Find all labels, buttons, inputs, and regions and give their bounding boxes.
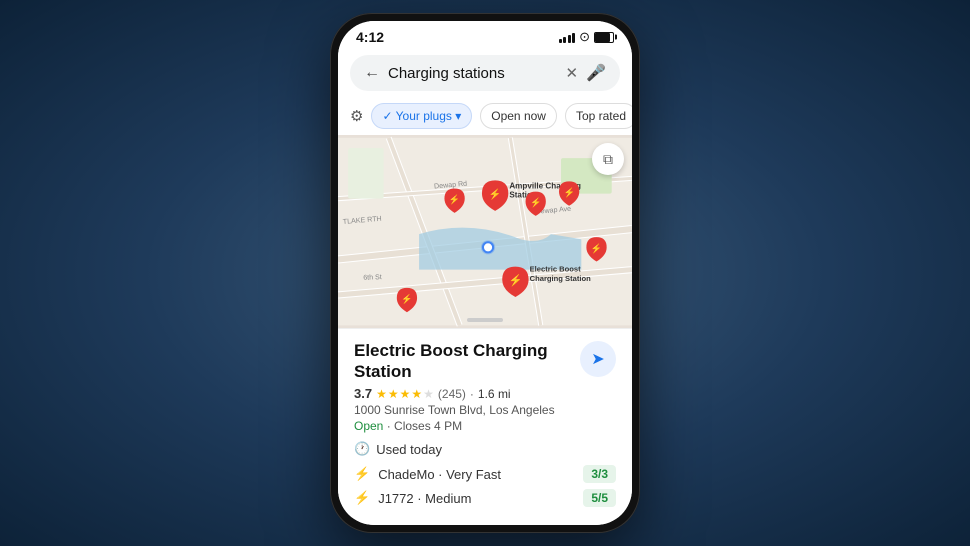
bottom-sheet: Electric Boost Charging Station ➤ 3.7 ★ …: [338, 328, 632, 525]
wifi-icon: ⊙: [579, 29, 590, 45]
open-status: Open · Closes 4 PM: [354, 419, 616, 433]
search-bar[interactable]: ← Charging stations ✕ 🎤: [350, 55, 620, 91]
clock-icon: 🕐: [354, 441, 370, 457]
svg-text:⚡: ⚡: [563, 187, 574, 199]
star-rating: ★ ★ ★ ★ ★: [376, 387, 434, 401]
svg-text:⚡: ⚡: [449, 194, 460, 206]
closes-time: · Closes 4 PM: [387, 419, 462, 433]
svg-text:⚡: ⚡: [401, 293, 412, 305]
mic-button[interactable]: 🎤: [586, 63, 606, 83]
used-today-row: 🕐 Used today: [354, 441, 616, 457]
drag-handle[interactable]: [467, 318, 503, 322]
charger-row-0: ⚡ ChadeMo · Very Fast 3/3: [354, 465, 616, 483]
star-2: ★: [388, 387, 399, 401]
status-bar: 4:12 ⊙: [338, 21, 632, 49]
map-view: Dewap Rd Dewap Ave 6th St TLAKE RTH ⚡: [338, 135, 632, 328]
map-container[interactable]: Dewap Rd Dewap Ave 6th St TLAKE RTH ⚡: [338, 135, 632, 328]
bolt-icon-1: ⚡: [354, 490, 370, 506]
star-1: ★: [376, 387, 387, 401]
svg-text:⚡: ⚡: [591, 242, 602, 254]
distance: 1.6 mi: [478, 387, 511, 401]
map-layers-button[interactable]: ⧉: [592, 143, 624, 175]
status-icons: ⊙: [559, 29, 614, 45]
search-query: Charging stations: [388, 65, 558, 82]
charger-name-0: ChadeMo · Very Fast: [378, 467, 575, 482]
open-text: Open: [354, 419, 383, 433]
rating-row: 3.7 ★ ★ ★ ★ ★ (245) · 1.6 mi: [354, 386, 616, 401]
place-header: Electric Boost Charging Station ➤: [354, 341, 616, 382]
directions-button[interactable]: ➤: [580, 341, 616, 377]
filter-chip-top-rated[interactable]: Top rated: [565, 103, 632, 129]
phone-frame: 4:12 ⊙ ← Charging stations ✕ 🎤: [330, 13, 640, 533]
phone-screen: 4:12 ⊙ ← Charging stations ✕ 🎤: [338, 21, 632, 525]
search-bar-container: ← Charging stations ✕ 🎤: [338, 49, 632, 99]
filter-chip-open-now[interactable]: Open now: [480, 103, 557, 129]
status-time: 4:12: [356, 29, 384, 45]
bolt-icon-0: ⚡: [354, 466, 370, 482]
review-count: (245): [438, 387, 466, 401]
back-button[interactable]: ←: [364, 64, 380, 82]
svg-text:6th St: 6th St: [363, 273, 382, 282]
address: 1000 Sunrise Town Blvd, Los Angeles: [354, 403, 616, 417]
layers-icon: ⧉: [603, 151, 613, 168]
clear-button[interactable]: ✕: [566, 64, 579, 82]
filter-chip-your-plugs[interactable]: ✓ Your plugs ▾: [371, 103, 472, 129]
svg-text:⚡: ⚡: [508, 273, 522, 287]
star-4: ★: [411, 387, 422, 401]
rating-number: 3.7: [354, 386, 372, 401]
svg-text:⚡: ⚡: [530, 197, 541, 209]
filter-options-button[interactable]: ⚙: [350, 107, 363, 125]
directions-icon: ➤: [591, 349, 604, 369]
charger-name-1: J1772 · Medium: [378, 491, 575, 506]
filter-bar: ⚙ ✓ Your plugs ▾ Open now Top rated: [338, 99, 632, 135]
place-name: Electric Boost Charging Station: [354, 341, 572, 382]
battery-icon: [594, 32, 614, 43]
svg-text:Charging Station: Charging Station: [530, 274, 592, 283]
signal-bars-icon: [559, 31, 576, 43]
separator-1: ·: [470, 387, 474, 401]
charger-availability-0: 3/3: [583, 465, 616, 483]
svg-text:⚡: ⚡: [489, 188, 502, 201]
star-3: ★: [400, 387, 411, 401]
star-5: ★: [423, 387, 434, 401]
svg-text:Electric Boost: Electric Boost: [530, 265, 582, 274]
used-today-text: Used today: [376, 442, 442, 457]
charger-row-1: ⚡ J1772 · Medium 5/5: [354, 489, 616, 507]
charger-availability-1: 5/5: [583, 489, 616, 507]
